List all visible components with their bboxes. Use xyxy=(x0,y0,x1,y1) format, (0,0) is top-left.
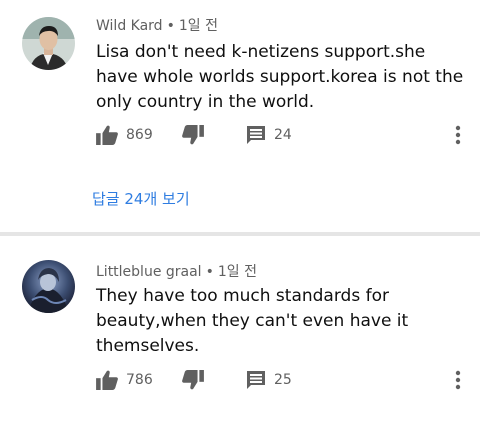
avatar[interactable] xyxy=(22,17,75,70)
comment-time: 1일 전 xyxy=(178,18,218,34)
meta-separator: • xyxy=(166,18,175,34)
author-name[interactable]: Littleblue graal xyxy=(96,264,202,280)
like-button[interactable]: 786 xyxy=(96,366,153,394)
comment-actions: 869 24 xyxy=(96,121,480,149)
thumb-up-icon xyxy=(96,370,118,390)
more-vert-icon xyxy=(455,125,461,145)
like-count: 869 xyxy=(126,127,153,143)
more-options-button[interactable] xyxy=(448,121,468,149)
dislike-button[interactable] xyxy=(182,121,204,149)
comment-thread: Littleblue graal • 1일 전 They have too much… xyxy=(0,236,480,423)
like-count: 786 xyxy=(126,372,153,388)
meta-separator: • xyxy=(205,264,214,280)
comment-meta: Wild Kard • 1일 전 xyxy=(96,15,218,35)
comment-thread: Wild Kard • 1일 전 Lisa don't need k-netizen… xyxy=(0,0,480,232)
dislike-button[interactable] xyxy=(182,366,204,394)
comment-time: 1일 전 xyxy=(217,264,257,280)
comment-icon xyxy=(246,125,266,145)
comment-icon xyxy=(246,370,266,390)
avatar[interactable] xyxy=(22,260,75,313)
comment-actions: 786 25 xyxy=(96,366,480,394)
reply-button[interactable]: 25 xyxy=(246,366,292,394)
reply-count: 25 xyxy=(274,372,292,388)
thumb-up-icon xyxy=(96,125,118,145)
comment-text: Lisa don't need k-netizens support.she h… xyxy=(96,42,464,112)
reply-count: 24 xyxy=(274,127,292,143)
author-name[interactable]: Wild Kard xyxy=(96,18,163,34)
view-replies-link[interactable]: 답글 24개 보기 xyxy=(92,188,190,209)
comment-text: They have too much standards for beauty,… xyxy=(96,286,409,356)
thumb-down-icon xyxy=(182,125,204,145)
thumb-down-icon xyxy=(182,370,204,390)
like-button[interactable]: 869 xyxy=(96,121,153,149)
more-vert-icon xyxy=(455,370,461,390)
comment-meta: Littleblue graal • 1일 전 xyxy=(96,261,257,281)
more-options-button[interactable] xyxy=(448,366,468,394)
reply-button[interactable]: 24 xyxy=(246,121,292,149)
